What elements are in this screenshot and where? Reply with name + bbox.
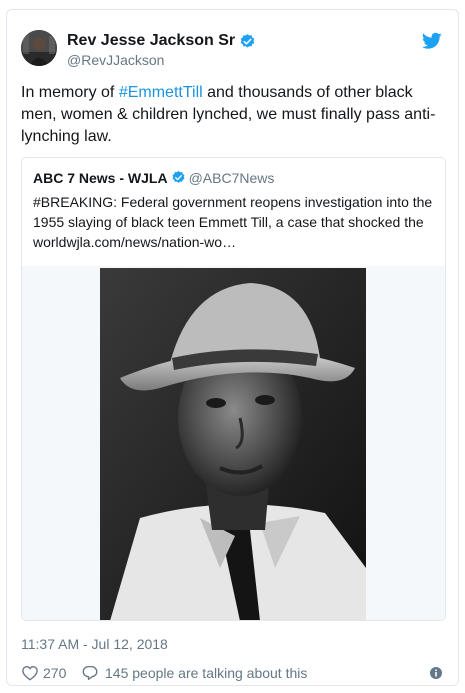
tweet-text-before: In memory of [21,84,119,101]
verified-badge-icon [240,33,255,48]
portrait-photo[interactable] [100,268,366,620]
quoted-text: #BREAKING: Federal government reopens in… [33,194,433,250]
tweet-actions: 270 145 people are talking about this [21,664,446,684]
twitter-bird-icon[interactable] [422,32,442,50]
reply-icon[interactable] [81,664,99,682]
quoted-display-name[interactable]: ABC 7 News - WJLA [33,170,168,186]
talking-count[interactable]: 145 people are talking about this [105,665,307,681]
quoted-handle[interactable]: @ABC7News [189,170,275,186]
hashtag-link[interactable]: #EmmettTill [119,84,203,101]
quoted-tweet[interactable]: ABC 7 News - WJLA @ABC7News #BREAKING: Fe… [21,157,446,621]
timestamp[interactable]: 11:37 AM - Jul 12, 2018 [21,636,168,652]
tweet-header: Rev Jesse Jackson Sr @RevJJackson [21,30,446,70]
quoted-media[interactable] [22,266,445,620]
verified-badge-icon [172,171,185,184]
heart-icon[interactable] [21,664,39,682]
handle[interactable]: @RevJJackson [67,52,256,68]
tweet-text: In memory of #EmmettTill and thousands o… [21,82,446,148]
avatar[interactable] [21,30,57,66]
display-name[interactable]: Rev Jesse Jackson Sr [67,32,235,50]
info-icon[interactable] [430,667,442,679]
embedded-tweet: Rev Jesse Jackson Sr @RevJJackson In mem… [6,9,459,686]
like-count[interactable]: 270 [43,665,66,681]
